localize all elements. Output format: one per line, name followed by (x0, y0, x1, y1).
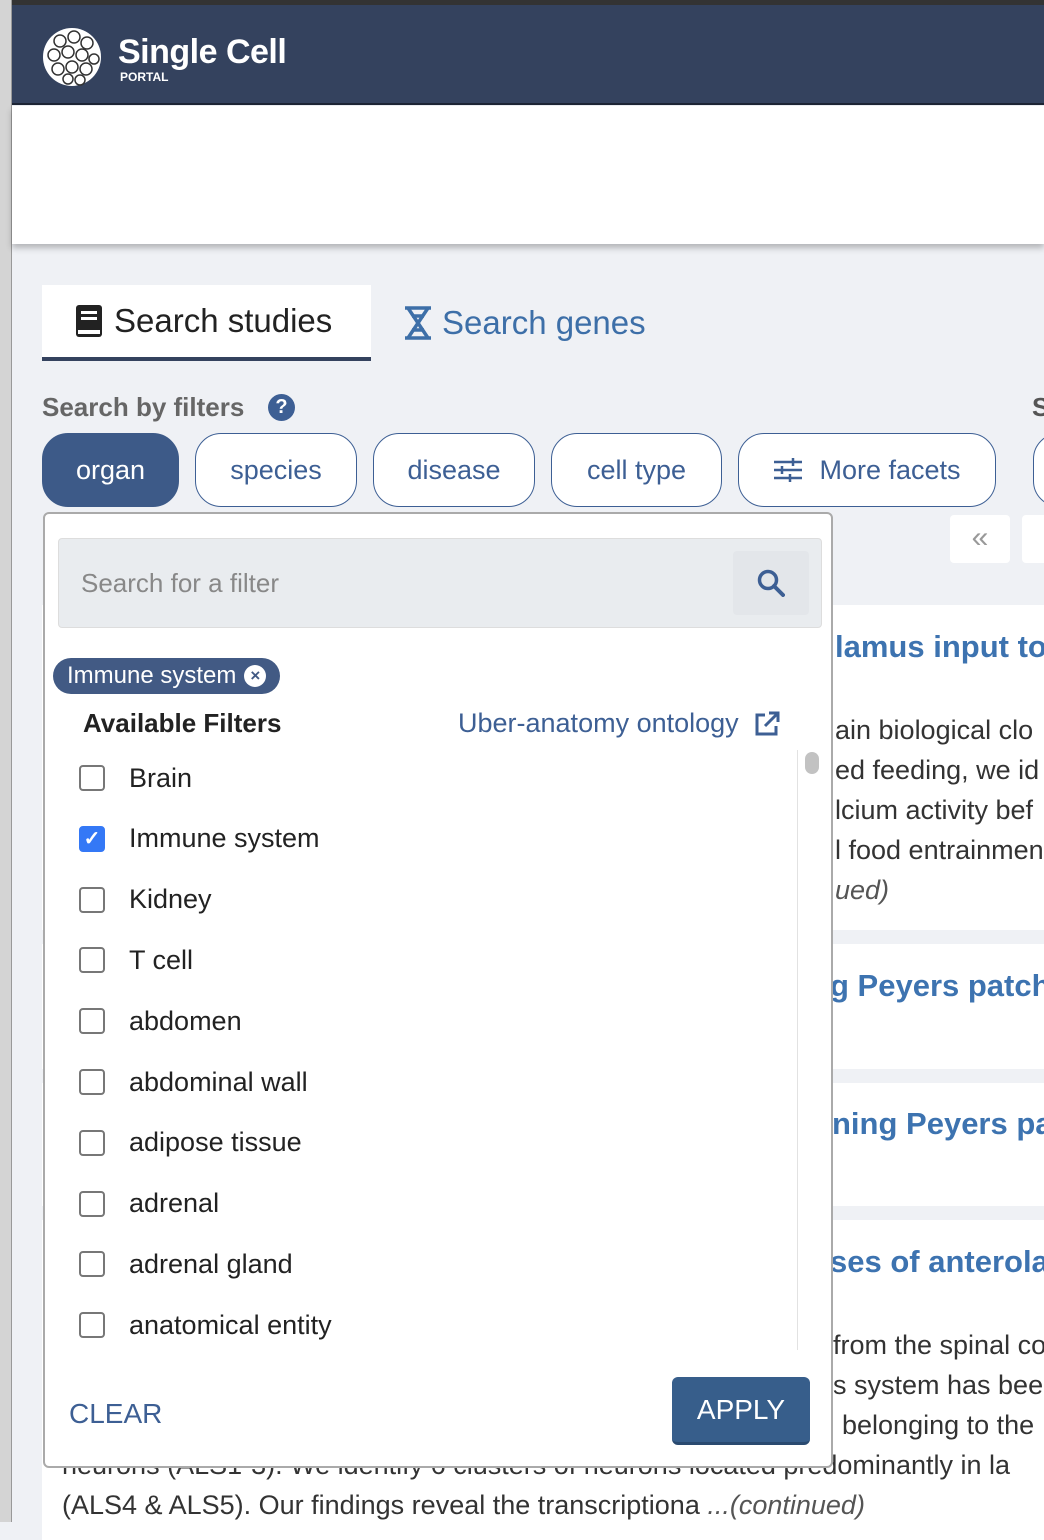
checkbox[interactable] (79, 1312, 105, 1339)
continued-link[interactable]: ued) (835, 875, 889, 906)
tab-label: Search genes (442, 304, 646, 341)
option-label: adrenal (129, 1188, 220, 1219)
organ-filter-panel: Immune system × Available Filters Uber-a… (43, 512, 833, 1468)
browser-side-strip (0, 0, 12, 1522)
study-description: ed feeding, we id (835, 755, 1040, 785)
logo-subtitle: PORTAL (120, 70, 169, 84)
logo-title[interactable]: Single Cell (118, 33, 287, 72)
option-label: abdomen (129, 1005, 242, 1036)
filter-option[interactable]: adrenal gland (79, 1244, 293, 1284)
dna-icon (405, 306, 431, 340)
checkbox[interactable] (79, 1008, 105, 1035)
selected-filter-tag[interactable]: Immune system × (53, 658, 281, 694)
sliders-icon (774, 458, 803, 482)
option-label: Kidney (129, 884, 212, 915)
banner-area (12, 106, 1044, 244)
option-label: adipose tissue (129, 1127, 302, 1158)
filter-option[interactable]: T cell (79, 940, 193, 980)
options-scrollbar[interactable] (797, 750, 823, 1350)
study-description: from the spinal co (833, 1330, 1044, 1360)
option-label: T cell (129, 944, 194, 975)
checkbox[interactable] (79, 1190, 105, 1217)
facet-disease[interactable]: disease (373, 433, 535, 507)
section-label-cut: S (1032, 392, 1044, 422)
filter-option[interactable]: adipose tissue (79, 1123, 302, 1163)
description-text: (ALS4 & ALS5). Our findings reveal the t… (62, 1490, 700, 1520)
clear-button[interactable]: CLEAR (69, 1398, 162, 1430)
help-icon[interactable]: ? (268, 394, 295, 421)
tag-label: Immune system (67, 662, 237, 689)
pagination-first-button[interactable]: « (950, 515, 1010, 563)
study-description: lcium activity bef (835, 795, 1034, 825)
book-icon (76, 305, 102, 337)
continued-link[interactable]: ...(continued) (707, 1490, 865, 1520)
facet-organ[interactable]: organ (42, 433, 179, 507)
facet-species[interactable]: species (195, 433, 357, 507)
facet-cut-off[interactable] (1033, 433, 1044, 507)
search-icon (757, 569, 785, 597)
option-label: adrenal gland (129, 1248, 293, 1279)
study-description: ain biological clo (835, 715, 1034, 745)
checkbox[interactable] (79, 765, 105, 791)
available-filters-heading: Available Filters (83, 708, 282, 738)
option-label: Brain (129, 762, 193, 793)
checkbox[interactable] (79, 1069, 105, 1095)
filter-option[interactable]: abdominal wall (79, 1062, 308, 1102)
option-label: anatomical entity (129, 1309, 332, 1340)
checkbox[interactable] (79, 1251, 105, 1278)
ontology-link-label: Uber-anatomy ontology (458, 708, 739, 738)
checkbox[interactable]: ✓ (79, 825, 105, 852)
scrollbar-thumb[interactable] (805, 752, 819, 774)
external-link-icon (755, 711, 780, 735)
filter-option[interactable]: Brain (79, 758, 192, 798)
pagination-prev-button[interactable] (1022, 515, 1044, 563)
remove-tag-icon[interactable]: × (244, 665, 267, 687)
study-title-link[interactable]: lamus input to (835, 629, 1044, 665)
checkbox[interactable] (79, 947, 105, 974)
logo-cell-icon[interactable] (42, 27, 102, 87)
option-label: abdominal wall (129, 1066, 308, 1097)
ontology-link[interactable]: Uber-anatomy ontology (458, 708, 781, 739)
filter-search-input[interactable] (59, 539, 739, 627)
facet-more-facets[interactable]: More facets (738, 433, 996, 507)
site-header: Single Cell PORTAL (12, 5, 1044, 105)
search-button[interactable] (733, 551, 809, 615)
checkbox[interactable] (79, 1129, 105, 1156)
filter-search-box (58, 538, 822, 628)
study-title-link[interactable]: ses of anterolat (830, 1244, 1044, 1280)
study-description: l food entrainmen (835, 835, 1044, 865)
facet-label: More facets (819, 454, 961, 485)
study-description: (ALS4 & ALS5). Our findings reveal the t… (62, 1490, 865, 1521)
checkbox[interactable] (79, 886, 105, 913)
study-description: belonging to the (842, 1410, 1035, 1440)
filter-option[interactable]: Kidney (79, 880, 212, 920)
tab-search-genes[interactable]: Search genes (402, 285, 646, 361)
facet-cell-type[interactable]: cell type (551, 433, 722, 507)
study-description: s system has bee (833, 1370, 1044, 1400)
filter-option[interactable]: abdomen (79, 1001, 242, 1041)
filter-option[interactable]: anatomical entity (79, 1305, 332, 1345)
filter-option[interactable]: adrenal (79, 1184, 219, 1224)
option-label: Immune system (129, 823, 320, 854)
apply-button[interactable]: APPLY (672, 1377, 810, 1445)
search-by-filters-label: Search by filters (42, 392, 245, 422)
filter-option[interactable]: ✓ Immune system (79, 819, 320, 859)
tab-search-studies[interactable]: Search studies (42, 285, 371, 361)
tab-label: Search studies (114, 302, 333, 339)
study-title-link[interactable]: ning Peyers pa (832, 1106, 1044, 1142)
study-title-link[interactable]: g Peyers patch (830, 968, 1044, 1004)
